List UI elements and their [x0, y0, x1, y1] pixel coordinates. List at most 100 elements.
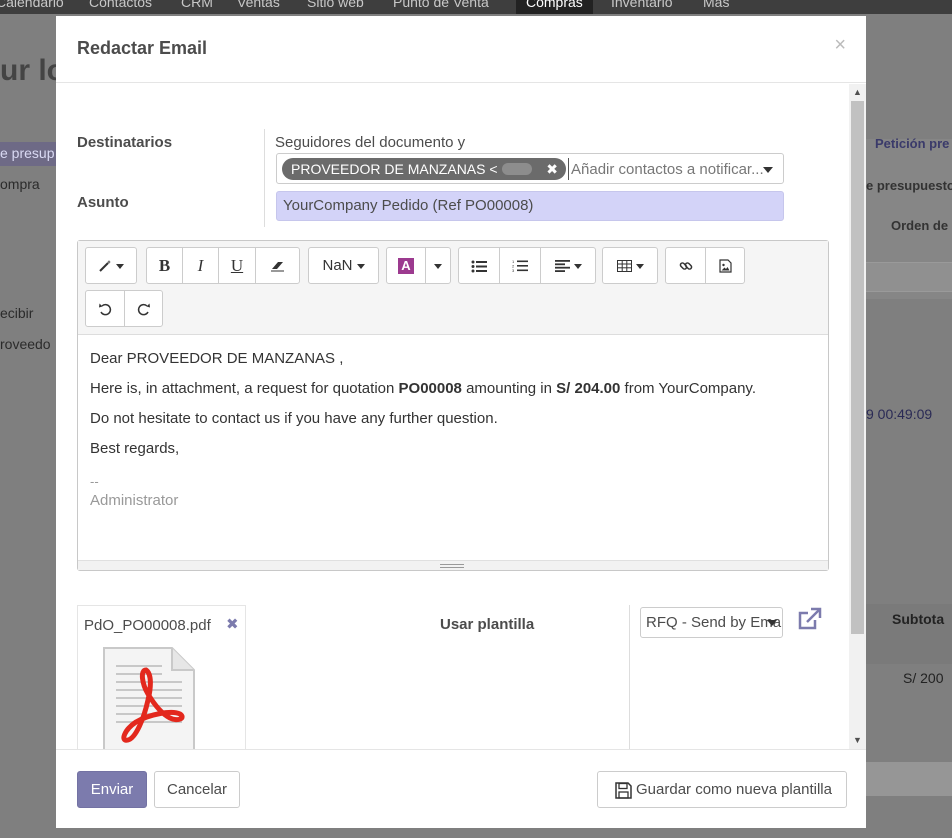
- body-text: Here is, in attachment, a request for qu…: [90, 380, 399, 397]
- insert-image-button[interactable]: [705, 247, 745, 284]
- background-right-text: Orden de: [891, 218, 949, 233]
- numbered-list-button[interactable]: 123: [499, 247, 541, 284]
- subject-label: Asunto: [77, 194, 129, 211]
- body-closing: Best regards,: [90, 440, 180, 457]
- signature-name: Administrator: [90, 492, 179, 509]
- paragraph-align-dropdown[interactable]: [540, 247, 596, 284]
- nav-item-more: Más: [703, 0, 730, 10]
- recipients-field[interactable]: PROVEEDOR DE MANZANAS < ✖: [276, 153, 784, 184]
- link-icon: [679, 262, 692, 270]
- nav-item-inventory: Inventario: [611, 0, 673, 10]
- body-greeting: Dear PROVEEDOR DE MANZANAS ,: [90, 350, 344, 367]
- nav-item-pos: Punto de Venta: [393, 0, 489, 10]
- email-body[interactable]: Dear PROVEEDOR DE MANZANAS , Here is, in…: [90, 349, 820, 509]
- editor-resize-handle[interactable]: [78, 560, 828, 570]
- image-icon: [718, 259, 732, 273]
- nav-item-website: Sitio web: [307, 0, 364, 10]
- dialog-header: Redactar Email ×: [56, 16, 866, 83]
- nav-item-purchases: Compras: [516, 0, 593, 14]
- background-strip: [866, 262, 952, 292]
- underline-button[interactable]: U: [218, 247, 256, 284]
- redo-icon: [137, 303, 150, 316]
- body-line-quotation: Here is, in attachment, a request for qu…: [90, 379, 820, 409]
- svg-text:3: 3: [512, 268, 515, 273]
- background-datetime: 9 00:49:09: [866, 406, 933, 422]
- background-right-text: Petición pre: [875, 136, 950, 151]
- font-size-value: NaN: [322, 257, 353, 274]
- background-left-text: ompra: [0, 176, 40, 192]
- body-line-contact: Do not hesitate to contact us if you hav…: [90, 410, 498, 427]
- recipient-tag-label: PROVEEDOR DE MANZANAS <: [291, 161, 498, 177]
- chevron-down-icon: [767, 620, 777, 626]
- field-separator: [264, 129, 265, 227]
- body-text: from YourCompany.: [620, 380, 756, 397]
- cancel-button[interactable]: Cancelar: [154, 771, 240, 808]
- order-amount: S/ 204.00: [556, 380, 621, 397]
- nav-item-calendar: Calendario: [0, 0, 64, 10]
- magic-wand-icon: [99, 260, 111, 272]
- send-button[interactable]: Enviar: [77, 771, 147, 808]
- dialog-title: Redactar Email: [77, 38, 208, 58]
- undo-button[interactable]: [85, 290, 125, 327]
- magic-wand-style-button[interactable]: [85, 247, 137, 284]
- bold-button[interactable]: B: [146, 247, 183, 284]
- dialog-footer: Enviar Cancelar Guardar como nueva plant…: [56, 749, 866, 828]
- font-color-button[interactable]: A: [386, 247, 426, 284]
- compose-email-dialog: Redactar Email × ▲ ▼ Destinatarios Segui…: [56, 16, 866, 828]
- nav-item-sales: Ventas: [237, 0, 280, 10]
- close-icon[interactable]: ×: [834, 34, 846, 57]
- recipients-label: Destinatarios: [77, 134, 173, 151]
- dialog-body: ▲ ▼ Destinatarios Seguidores del documen…: [56, 84, 866, 749]
- background-right-text: e presupuesto: [866, 178, 952, 193]
- italic-button[interactable]: I: [182, 247, 219, 284]
- redo-button[interactable]: [124, 290, 163, 327]
- scroll-down-icon[interactable]: ▼: [849, 732, 866, 749]
- template-select[interactable]: RFQ - Send by Email: [640, 607, 783, 638]
- background-left-text: roveedo: [0, 336, 51, 352]
- save-as-template-button[interactable]: Guardar como nueva plantilla: [597, 771, 847, 808]
- undo-icon: [99, 303, 112, 316]
- insert-link-button[interactable]: [665, 247, 706, 284]
- scroll-up-icon[interactable]: ▲: [849, 84, 866, 101]
- chevron-down-icon[interactable]: [763, 167, 773, 173]
- body-text: amounting in: [461, 380, 557, 397]
- recipient-tag[interactable]: PROVEEDOR DE MANZANAS < ✖: [282, 158, 566, 180]
- pdf-file-icon: [103, 647, 195, 749]
- order-reference: PO00008: [398, 380, 462, 397]
- clear-format-button[interactable]: [255, 247, 300, 284]
- scroll-thumb[interactable]: [851, 101, 864, 634]
- remove-tag-icon[interactable]: ✖: [546, 158, 558, 180]
- remove-attachment-icon[interactable]: ✖: [226, 615, 239, 633]
- background-right-text: Subtota: [892, 611, 945, 627]
- bullet-list-button[interactable]: [458, 247, 500, 284]
- font-size-dropdown[interactable]: NaN: [308, 247, 379, 284]
- add-contacts-input[interactable]: [568, 158, 763, 180]
- save-as-template-label: Guardar como nueva plantilla: [636, 781, 832, 798]
- signature-separator: --: [90, 474, 99, 489]
- background-top-nav: Calendario Contactos CRM Ventas Sitio we…: [0, 0, 952, 14]
- external-link-icon[interactable]: [797, 607, 823, 631]
- attachment-filename[interactable]: PdO_PO00008.pdf: [84, 617, 211, 634]
- background-right-text: S/ 200: [903, 670, 944, 686]
- redacted-email: [502, 163, 532, 175]
- insert-table-dropdown[interactable]: [602, 247, 658, 284]
- template-select-value: RFQ - Send by Email: [646, 614, 783, 631]
- nav-item-crm: CRM: [181, 0, 213, 10]
- grip-icon: [440, 564, 464, 568]
- background-left-text: e presup: [0, 145, 55, 161]
- floppy-disk-icon: [615, 782, 632, 799]
- attachment-card: PdO_PO00008.pdf ✖: [77, 605, 246, 749]
- background-bottom-bar: [866, 762, 952, 796]
- subject-input[interactable]: YourCompany Pedido (Ref PO00008): [276, 191, 784, 221]
- editor-toolbar: B I U NaN A 123: [78, 241, 828, 335]
- eraser-icon: [270, 262, 284, 272]
- followers-text: Seguidores del documento y: [275, 134, 466, 151]
- nav-item-contacts: Contactos: [89, 0, 153, 10]
- html-editor: B I U NaN A 123 Dear PROVEEDOR DE MANZAN…: [77, 240, 829, 571]
- use-template-label: Usar plantilla: [440, 616, 535, 633]
- align-left-icon: [554, 260, 570, 273]
- table-icon: [616, 260, 632, 273]
- font-color-dropdown[interactable]: [425, 247, 451, 284]
- dialog-scrollbar[interactable]: ▲ ▼: [849, 84, 866, 749]
- background-left-text: ecibir: [0, 305, 34, 321]
